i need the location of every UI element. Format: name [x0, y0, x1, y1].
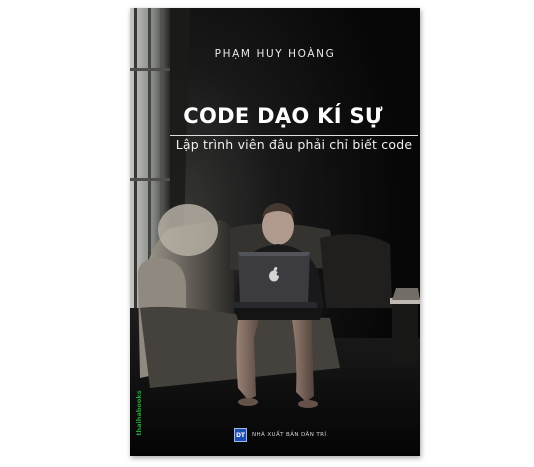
- book-subtitle: Lập trình viên đâu phải chỉ biết code: [175, 137, 413, 152]
- publisher-block: DT NHÀ XUẤT BẢN DÂN TRÍ: [234, 427, 326, 443]
- publisher-logo-text: DT: [235, 431, 246, 439]
- book-title: CODE DẠO KÍ SỰ: [183, 104, 383, 128]
- author-name: PHẠM HUY HOÀNG: [214, 48, 336, 60]
- page-background: PHẠM HUY HOÀNG CODE DẠO KÍ SỰ Lập trình …: [0, 0, 534, 467]
- book-cover: PHẠM HUY HOÀNG CODE DẠO KÍ SỰ Lập trình …: [130, 8, 420, 456]
- publisher-logo-icon: DT: [234, 428, 247, 442]
- cover-photo: [130, 8, 420, 456]
- brand-logo: thaihabooks: [135, 390, 143, 436]
- publisher-name: NHÀ XUẤT BẢN DÂN TRÍ: [252, 432, 327, 438]
- title-divider: [170, 135, 418, 136]
